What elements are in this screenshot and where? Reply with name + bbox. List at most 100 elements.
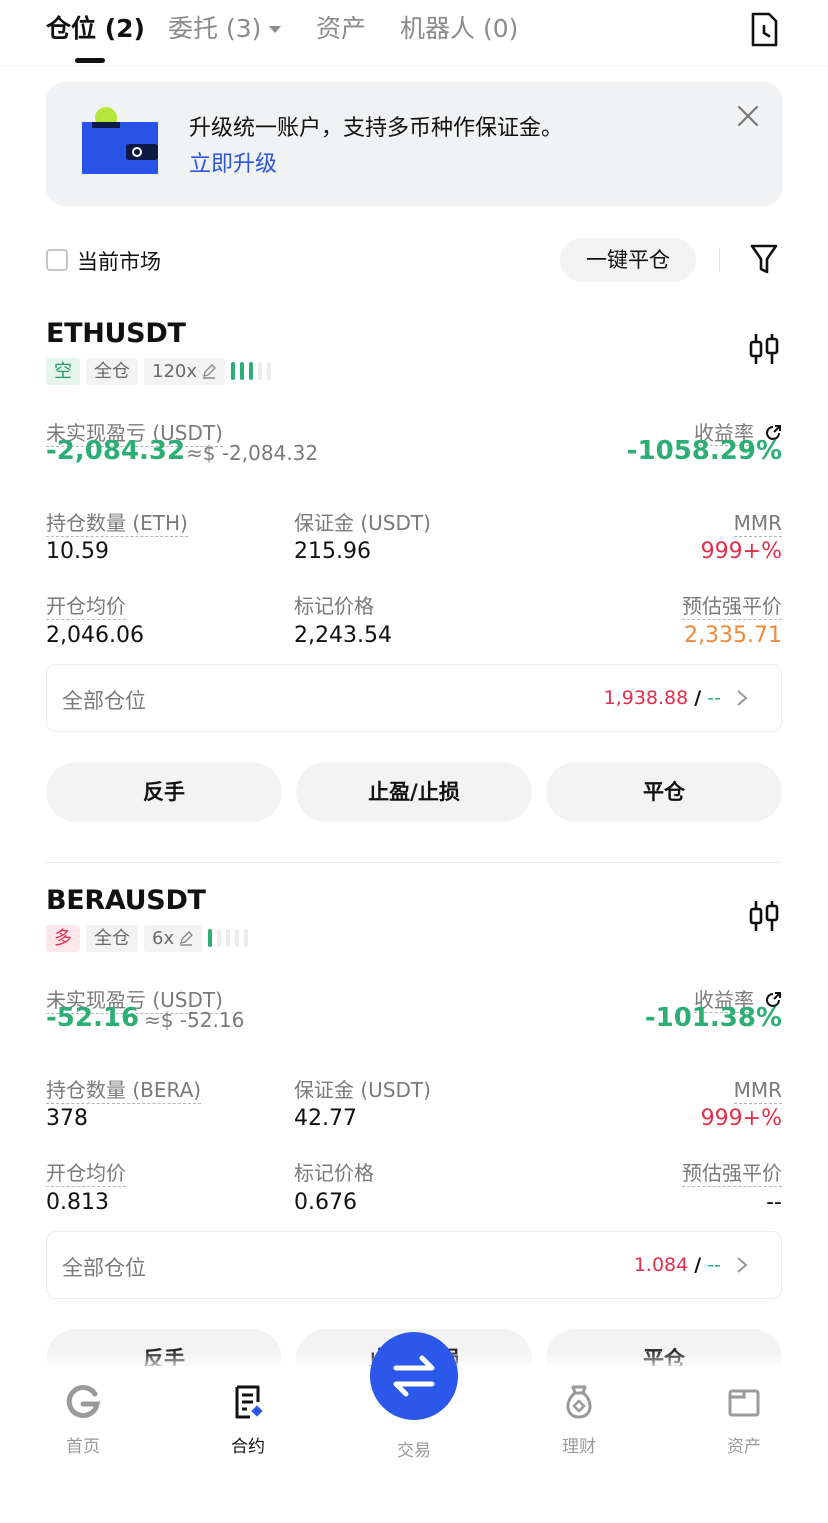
roi-value: -1058.29% bbox=[626, 436, 782, 466]
nav-home-label: 首页 bbox=[66, 1437, 100, 1457]
upgrade-banner: 升级统一账户，支持多币种作保证金。 立即升级 bbox=[46, 82, 782, 206]
mark-price-label: 标记价格 bbox=[294, 1161, 374, 1185]
all-positions-row[interactable]: 全部仓位 1.084 / -- bbox=[46, 1231, 782, 1299]
all-positions-row[interactable]: 全部仓位 1,938.88 / -- bbox=[46, 664, 782, 732]
current-market-label: 当前市场 bbox=[77, 250, 161, 274]
chevron-right-icon bbox=[737, 690, 748, 706]
risk-bar bbox=[267, 362, 272, 380]
mmr-label: MMR bbox=[733, 511, 782, 537]
all-positions-dash: -- bbox=[707, 1254, 721, 1276]
leverage-badge[interactable]: 6x bbox=[144, 925, 203, 952]
tab-orders[interactable]: 委托 (3) bbox=[168, 12, 282, 46]
size-value: 10.59 bbox=[46, 539, 109, 564]
bottom-navigation: 首页 合约 交易 理财 资产 bbox=[0, 1332, 828, 1523]
liq-price-value: 2,335.71 bbox=[684, 623, 782, 648]
all-positions-label: 全部仓位 bbox=[62, 1256, 146, 1280]
all-positions-value: 1.084 bbox=[633, 1254, 689, 1276]
nav-home[interactable]: 首页 bbox=[33, 1384, 133, 1457]
upgrade-now-link[interactable]: 立即升级 bbox=[189, 146, 277, 178]
side-badge: 多 bbox=[46, 925, 80, 952]
risk-bar bbox=[258, 362, 263, 380]
entry-price-label: 开仓均价 bbox=[46, 1161, 126, 1187]
risk-bar bbox=[235, 929, 240, 947]
risk-bar bbox=[244, 929, 249, 947]
entry-price-label: 开仓均价 bbox=[46, 594, 126, 620]
wallet-illustration-icon bbox=[82, 107, 158, 174]
all-positions-dash: -- bbox=[707, 687, 721, 709]
leverage-badge[interactable]: 120x bbox=[144, 358, 226, 385]
trade-button[interactable] bbox=[370, 1332, 458, 1420]
swap-icon bbox=[393, 1355, 435, 1397]
edit-icon bbox=[203, 364, 217, 379]
top-tab-bar: 仓位 (2) 委托 (3) 资产 机器人 (0) bbox=[0, 0, 828, 66]
liq-price-value: -- bbox=[766, 1190, 782, 1215]
leverage-value: 6x bbox=[152, 928, 175, 949]
close-all-button[interactable]: 一键平仓 bbox=[560, 238, 696, 282]
side-badge: 空 bbox=[46, 358, 80, 385]
filter-icon[interactable] bbox=[750, 242, 778, 276]
risk-bar bbox=[217, 929, 222, 947]
separator: / bbox=[694, 687, 702, 709]
leverage-value: 120x bbox=[152, 361, 198, 382]
mmr-value: 999+% bbox=[700, 539, 782, 564]
size-label: 持仓数量 (BERA) bbox=[46, 1078, 202, 1104]
position-actions: 反手 止盈/止损 平仓 bbox=[46, 762, 782, 822]
risk-level-bars bbox=[208, 925, 253, 952]
tab-orders-label: 委托 (3) bbox=[168, 14, 262, 43]
liq-price-label: 预估强平价 bbox=[682, 1161, 782, 1187]
filter-row: 当前市场 一键平仓 bbox=[46, 232, 782, 288]
nav-earn[interactable]: 理财 bbox=[529, 1384, 629, 1457]
pnl-usd-approx: ≈$ -52.16 bbox=[144, 1008, 245, 1032]
all-positions-label: 全部仓位 bbox=[62, 689, 146, 713]
margin-label: 保证金 (USDT) bbox=[294, 511, 431, 535]
close-position-button[interactable]: 平仓 bbox=[546, 762, 782, 822]
active-tab-indicator bbox=[75, 58, 105, 63]
margin-mode-badge: 全仓 bbox=[86, 358, 138, 385]
position-divider bbox=[46, 862, 782, 863]
risk-level-bars bbox=[231, 358, 276, 385]
liq-price-label: 预估强平价 bbox=[682, 594, 782, 620]
risk-bar bbox=[226, 929, 231, 947]
unrealized-pnl-value: -52.16 bbox=[46, 1003, 140, 1033]
current-market-checkbox[interactable] bbox=[46, 249, 68, 271]
nav-assets[interactable]: 资产 bbox=[694, 1384, 794, 1457]
risk-bar bbox=[208, 929, 213, 947]
all-positions-summary: 1,938.88 / -- bbox=[604, 687, 721, 709]
risk-bar bbox=[249, 362, 254, 380]
mark-price-label: 标记价格 bbox=[294, 594, 374, 618]
position-symbol[interactable]: ETHUSDT bbox=[46, 316, 186, 352]
margin-label: 保证金 (USDT) bbox=[294, 1078, 431, 1102]
history-icon[interactable] bbox=[748, 12, 780, 48]
close-icon[interactable] bbox=[736, 104, 760, 128]
candlestick-icon[interactable] bbox=[748, 332, 780, 366]
roi-value: -101.38% bbox=[644, 1003, 782, 1033]
banner-message: 升级统一账户，支持多币种作保证金。 bbox=[189, 116, 564, 141]
nav-contract[interactable]: 合约 bbox=[198, 1384, 298, 1457]
entry-price-value: 0.813 bbox=[46, 1190, 109, 1215]
nav-trade-label[interactable]: 交易 bbox=[364, 1436, 464, 1461]
nav-assets-label: 资产 bbox=[727, 1437, 761, 1457]
margin-mode-badge: 全仓 bbox=[86, 925, 138, 952]
divider bbox=[719, 248, 720, 272]
wallet-icon bbox=[728, 1389, 760, 1417]
nav-earn-label: 理财 bbox=[562, 1437, 596, 1457]
position-symbol[interactable]: BERAUSDT bbox=[46, 883, 206, 919]
tab-assets[interactable]: 资产 bbox=[316, 12, 366, 46]
tp-sl-button[interactable]: 止盈/止损 bbox=[296, 762, 532, 822]
earn-icon bbox=[566, 1385, 592, 1419]
candlestick-icon[interactable] bbox=[748, 899, 780, 933]
separator: / bbox=[694, 1254, 702, 1276]
nav-contract-label: 合约 bbox=[231, 1437, 265, 1457]
all-positions-value: 1,938.88 bbox=[603, 687, 689, 709]
reverse-button[interactable]: 反手 bbox=[46, 762, 282, 822]
entry-price-value: 2,046.06 bbox=[46, 623, 144, 648]
margin-value: 42.77 bbox=[294, 1106, 357, 1131]
unrealized-pnl-value: -2,084.32 bbox=[46, 436, 186, 466]
all-positions-summary: 1.084 / -- bbox=[634, 1254, 721, 1276]
size-label: 持仓数量 (ETH) bbox=[46, 511, 188, 537]
position-card-eth: ETHUSDT 空全仓 120x 未实现盈亏 (USDT) 收益率 -2,084.… bbox=[46, 316, 782, 846]
tab-bots[interactable]: 机器人 (0) bbox=[400, 12, 518, 46]
home-icon bbox=[66, 1385, 100, 1419]
tab-positions[interactable]: 仓位 (2) bbox=[46, 12, 145, 46]
size-value: 378 bbox=[46, 1106, 88, 1131]
